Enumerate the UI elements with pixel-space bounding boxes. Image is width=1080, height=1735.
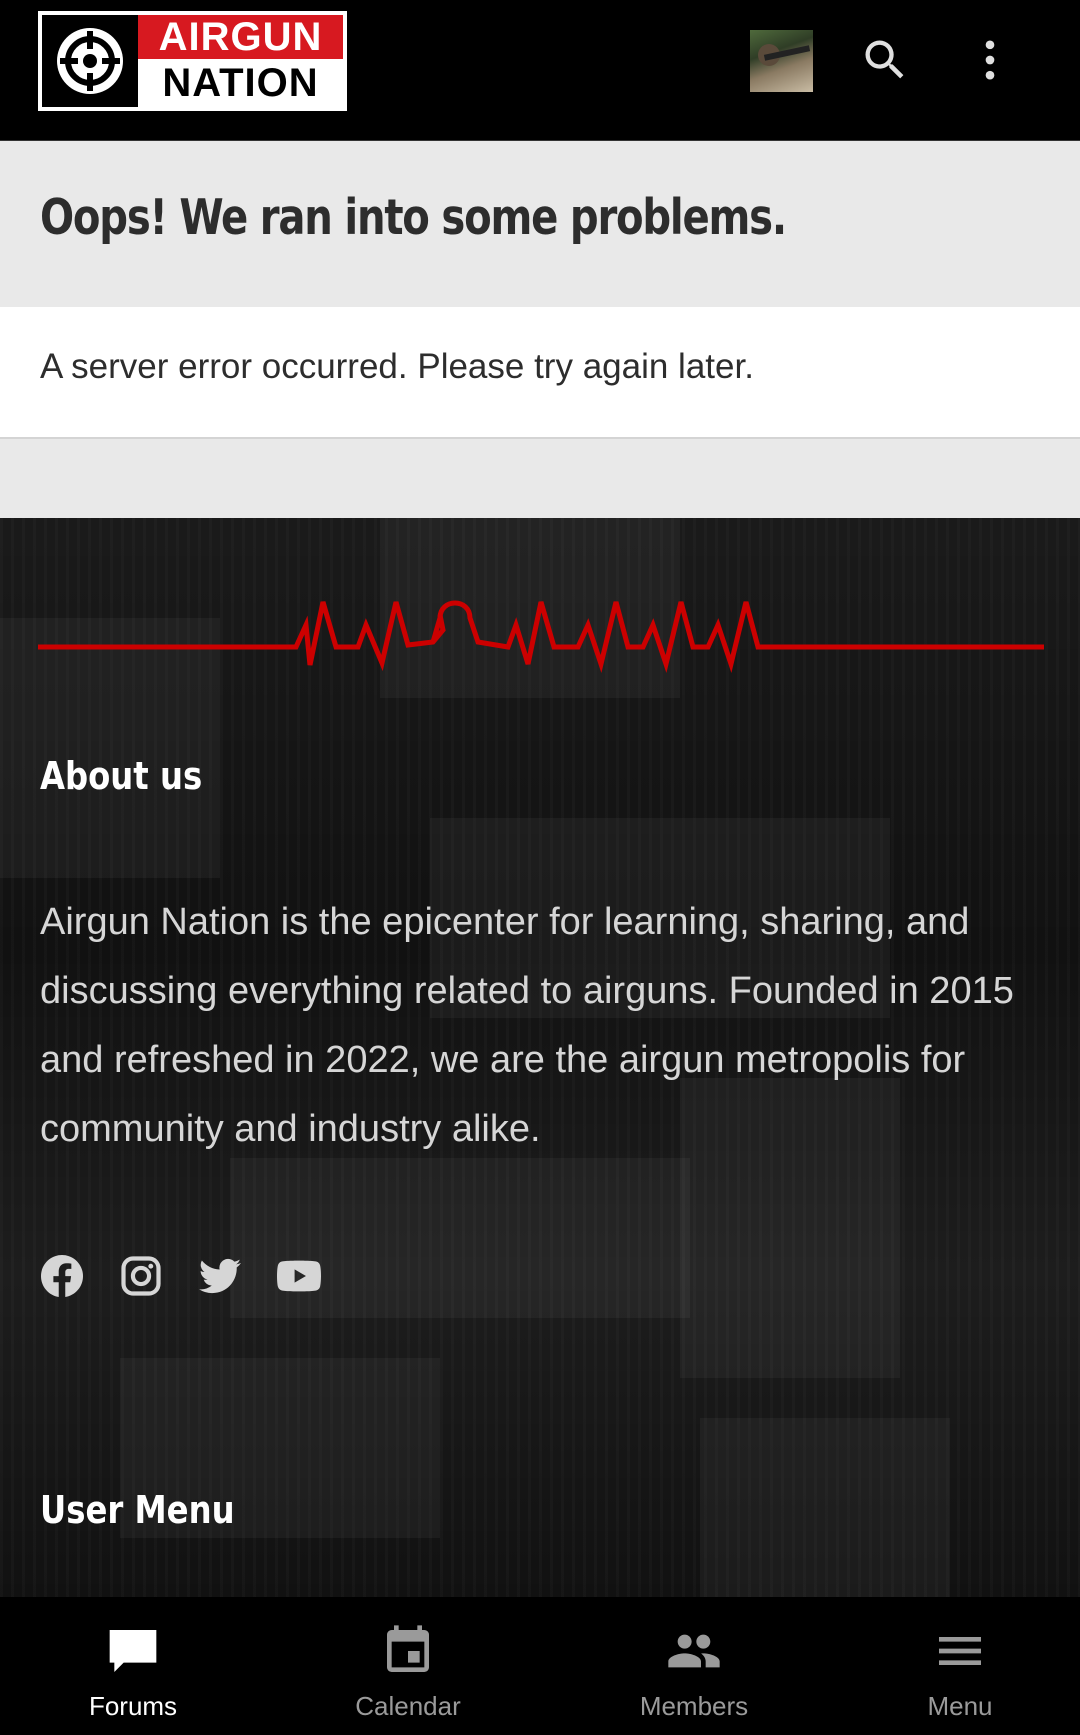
user-menu-heading: User Menu: [40, 1488, 235, 1532]
members-icon: [664, 1623, 724, 1679]
nav-label: Calendar: [355, 1691, 461, 1721]
error-message: A server error occurred. Please try agai…: [40, 347, 754, 386]
bottom-navigation: Forums Calendar Members Menu: [0, 1597, 1080, 1735]
more-vert-icon[interactable]: [960, 30, 1020, 90]
nav-members[interactable]: Members: [616, 1597, 772, 1735]
airgun-nation-logo[interactable]: AIRGUN NATION: [38, 11, 347, 111]
top-app-bar: AIRGUN NATION: [0, 0, 1080, 141]
error-title-bar: Oops! We ran into some problems.: [0, 141, 1080, 306]
about-us-heading: About us: [40, 754, 203, 798]
nav-forums[interactable]: Forums: [60, 1597, 206, 1735]
calendar-icon: [380, 1623, 436, 1679]
chat-bubble-icon: [105, 1623, 161, 1679]
hamburger-icon: [932, 1623, 988, 1679]
about-us-text: Airgun Nation is the epicenter for learn…: [40, 901, 1014, 1150]
search-icon[interactable]: [855, 30, 915, 90]
facebook-icon[interactable]: [40, 1254, 84, 1298]
logo-body: AIRGUN NATION: [42, 15, 343, 107]
nav-label: Members: [639, 1691, 749, 1721]
page-title: Oops! We ran into some problems.: [40, 189, 787, 246]
nav-label: Forums: [88, 1691, 178, 1721]
nav-label: Menu: [927, 1691, 993, 1721]
background-texture: [700, 1418, 950, 1598]
heartbeat-divider: [38, 600, 1044, 674]
twitter-icon[interactable]: [198, 1254, 242, 1298]
instagram-icon[interactable]: [119, 1254, 163, 1298]
avatar[interactable]: [750, 30, 813, 92]
youtube-icon[interactable]: [277, 1254, 321, 1298]
error-message-box: A server error occurred. Please try agai…: [0, 307, 1080, 439]
crosshair-icon: [48, 21, 132, 101]
logo-text-airgun: AIRGUN: [138, 15, 343, 59]
logo-text-nation: NATION: [138, 59, 343, 107]
nav-calendar[interactable]: Calendar: [334, 1597, 482, 1735]
nav-menu[interactable]: Menu: [904, 1597, 1016, 1735]
footer: About us Airgun Nation is the epicenter …: [0, 518, 1080, 1598]
